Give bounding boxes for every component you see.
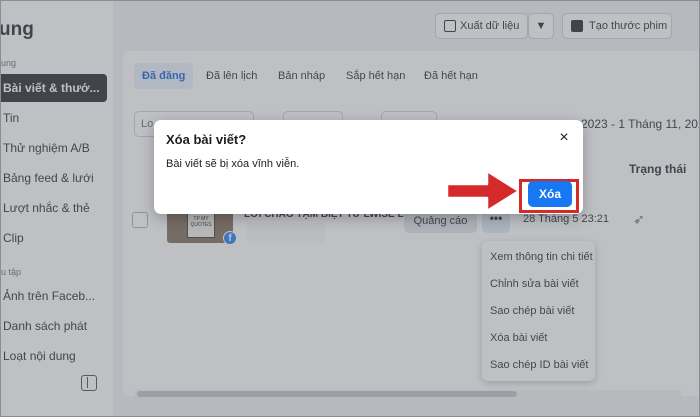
- confirm-delete-button[interactable]: Xóa: [528, 181, 572, 207]
- dialog-title: Xóa bài viết?: [166, 132, 247, 147]
- arrow-right-icon: [445, 169, 521, 213]
- dialog-message: Bài viết sẽ bị xóa vĩnh viễn.: [166, 158, 300, 170]
- app-frame: ung ung Bài viết & thướ... Tin Thử nghiệ…: [0, 0, 700, 417]
- close-icon[interactable]: ×: [556, 130, 572, 146]
